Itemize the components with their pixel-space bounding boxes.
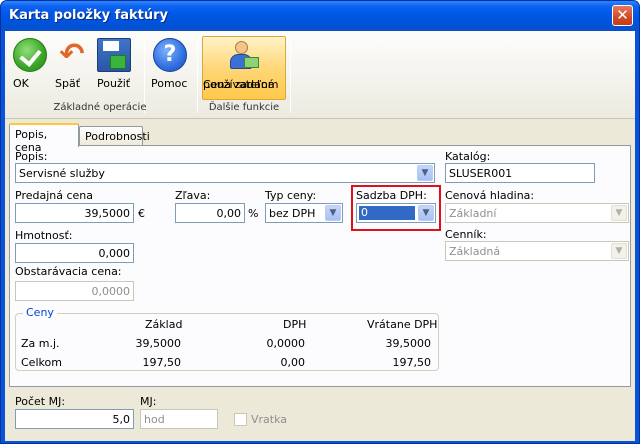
window-title: Karta položky faktúry xyxy=(9,8,169,23)
title-bar[interactable]: Karta položky faktúry ✕ xyxy=(1,1,639,31)
typ-ceny-combobox[interactable]: bez DPH ▼ xyxy=(265,203,343,223)
mj-input[interactable]: hod xyxy=(140,409,218,429)
help-button[interactable]: ? Pomoc xyxy=(151,38,189,90)
hmotnost-input[interactable]: 0,000 xyxy=(15,243,134,263)
back-button[interactable]: ↶ Späť xyxy=(55,37,89,91)
sadzba-dph-label: Sadzba DPH: xyxy=(356,189,427,202)
sadzba-dph-combobox[interactable]: 0 ▼ xyxy=(356,203,436,223)
cennik-label: Cenník: xyxy=(445,228,487,241)
typ-ceny-value: bez DPH xyxy=(269,207,316,220)
vratka-checkbox[interactable] xyxy=(234,413,247,426)
ceny-row-label: Za m.j. xyxy=(21,337,60,350)
currency-label: € xyxy=(138,207,145,220)
pocet-mj-label: Počet MJ: xyxy=(15,395,66,408)
ribbon-separator xyxy=(290,37,291,113)
back-arrow-icon: ↶ xyxy=(59,37,85,72)
ceny-groupbox-title: Ceny xyxy=(23,306,57,319)
hmotnost-label: Hmotnosť: xyxy=(15,229,73,242)
obstaravacia-cena-input[interactable]: 0,0000 xyxy=(15,281,134,301)
cenova-hladina-label: Cenová hladina: xyxy=(445,189,535,202)
ceny-cell-dph: 0,00 xyxy=(280,356,306,369)
chevron-down-icon[interactable]: ▼ xyxy=(417,165,433,181)
apply-button[interactable]: Použiť xyxy=(97,38,131,90)
katalog-input[interactable]: SLUSER001 xyxy=(445,163,595,183)
ribbon-toolbar: OK ↶ Späť Použiť ? Pomoc Cena zadaná pou… xyxy=(5,31,635,119)
tab-popis-cena[interactable]: Popis, cena xyxy=(9,123,79,154)
ceny-cell-zaklad: 39,5000 xyxy=(135,337,182,350)
help-button-label: Pomoc xyxy=(151,77,188,90)
ceny-header-zaklad: Základ xyxy=(145,318,183,331)
popis-value: Servisné služby xyxy=(19,167,105,180)
ceny-cell-dph: 0,0000 xyxy=(266,337,306,350)
user-price-content: Cena zadaná používateľom xyxy=(203,39,285,91)
back-button-label: Späť xyxy=(55,77,81,90)
ceny-header-dph: DPH xyxy=(283,318,307,331)
ceny-cell-zaklad: 197,50 xyxy=(142,356,182,369)
ok-button-label: OK xyxy=(13,77,29,90)
user-price-button[interactable]: Cena zadaná používateľom xyxy=(202,36,286,100)
predajna-cena-label: Predajná cena xyxy=(15,189,94,202)
predajna-cena-input[interactable]: 39,5000 xyxy=(15,203,134,223)
cenova-hladina-combobox[interactable]: Základní ▼ xyxy=(445,203,629,223)
ceny-cell-vratane: 197,50 xyxy=(392,356,432,369)
group-label-basic: Základné operácie xyxy=(53,102,147,113)
dialog-client-area: OK ↶ Späť Použiť ? Pomoc Cena zadaná pou… xyxy=(5,31,635,441)
cennik-value: Základná xyxy=(449,245,501,258)
ribbon-separator xyxy=(197,37,198,113)
obstaravacia-cena-label: Obstarávacia cena: xyxy=(15,265,122,278)
chevron-down-icon[interactable]: ▼ xyxy=(325,205,341,221)
tab-podrobnosti[interactable]: Podrobnosti xyxy=(79,126,150,146)
user-price-icon xyxy=(227,39,261,73)
close-button[interactable]: ✕ xyxy=(612,5,633,26)
percent-label: % xyxy=(248,207,259,220)
group-label-more: Ďalšie funkcie xyxy=(208,102,280,113)
typ-ceny-label: Typ ceny: xyxy=(265,189,317,202)
ceny-row-label: Celkom xyxy=(21,356,62,369)
ok-button[interactable]: OK xyxy=(13,38,47,90)
cenova-hladina-value: Základní xyxy=(449,207,497,220)
mj-label: MJ: xyxy=(140,395,157,408)
popis-combobox[interactable]: Servisné služby ▼ xyxy=(15,163,435,183)
dialog-window: Karta položky faktúry ✕ OK ↶ Späť Použiť… xyxy=(0,0,640,444)
zlava-input[interactable]: 0,00 xyxy=(175,203,245,223)
cennik-combobox[interactable]: Základná ▼ xyxy=(445,241,629,261)
help-icon: ? xyxy=(153,38,187,72)
chevron-down-icon: ▼ xyxy=(611,205,627,221)
apply-button-label: Použiť xyxy=(97,77,131,90)
chevron-down-icon: ▼ xyxy=(611,243,627,259)
save-disk-icon xyxy=(97,38,131,72)
katalog-label: Katalóg: xyxy=(445,150,491,163)
user-price-label-line2: používateľom xyxy=(203,78,279,91)
zlava-label: Zľava: xyxy=(175,189,211,202)
chevron-down-icon[interactable]: ▼ xyxy=(418,205,434,221)
pocet-mj-input[interactable]: 5,0 xyxy=(15,409,134,429)
sadzba-dph-value: 0 xyxy=(359,206,415,220)
ceny-header-vratane: Vrátane DPH xyxy=(367,318,438,331)
ok-check-icon xyxy=(13,38,47,72)
vratka-label: Vratka xyxy=(251,413,288,426)
ceny-cell-vratane: 39,5000 xyxy=(385,337,432,350)
